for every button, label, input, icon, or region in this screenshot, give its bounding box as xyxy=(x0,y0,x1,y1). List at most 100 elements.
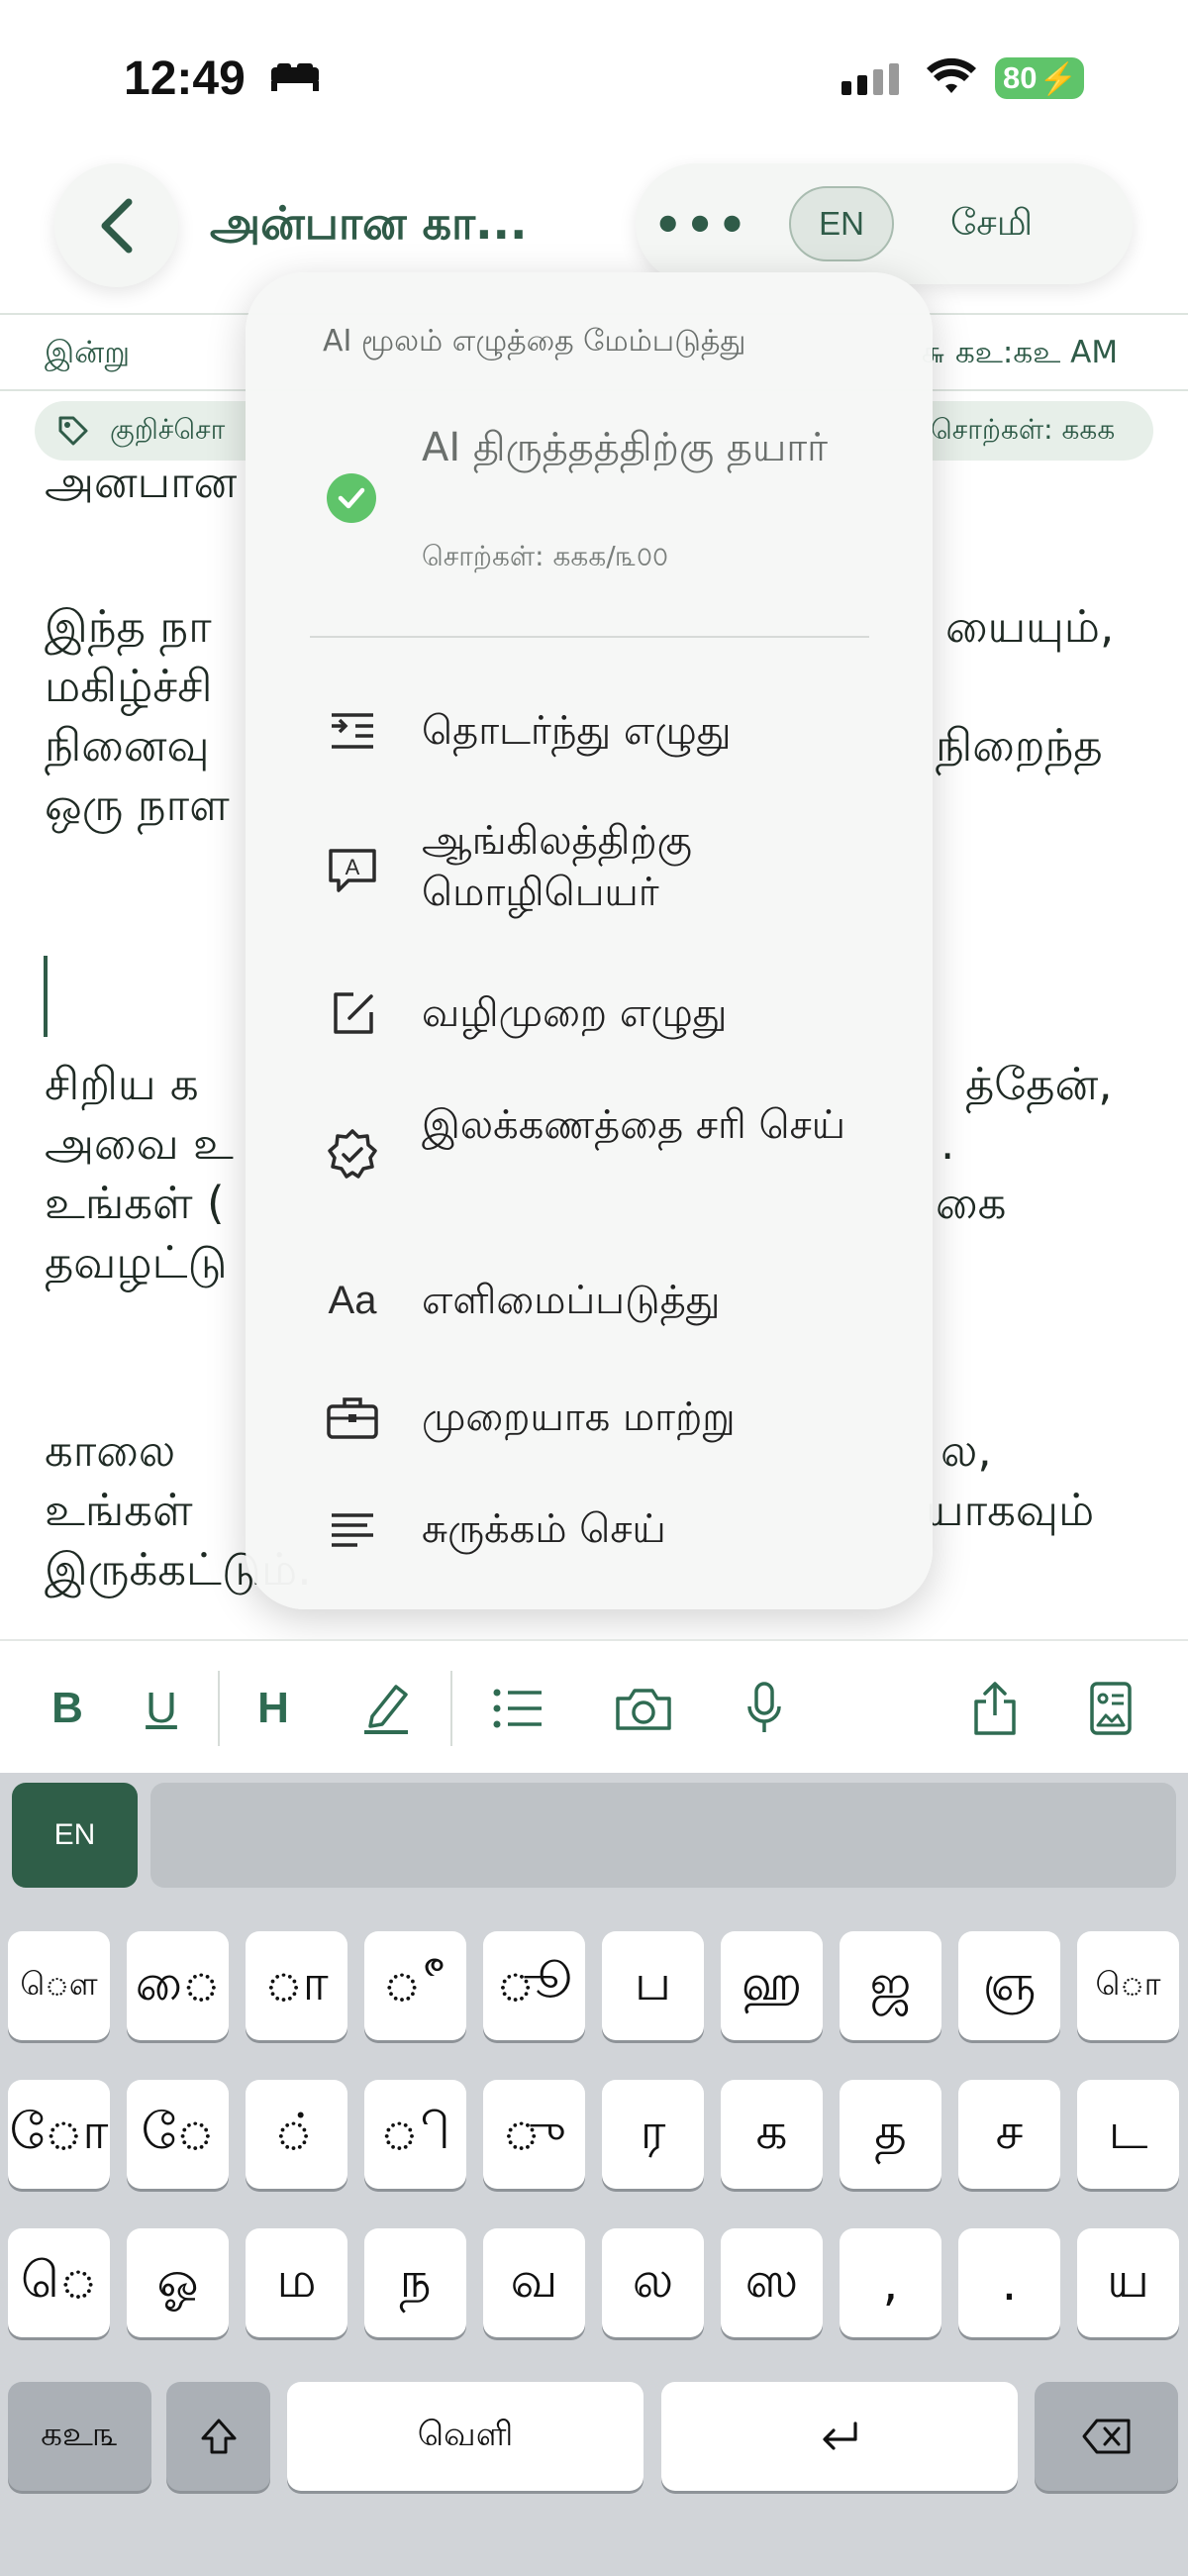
key[interactable]: ஹ xyxy=(721,1931,823,2040)
briefcase-icon xyxy=(325,1390,380,1445)
highlight-pen-icon[interactable] xyxy=(358,1679,414,1738)
menu-label: இலக்கணத்தை சரி செய் xyxy=(422,1102,846,1148)
menu-label: தொடர்ந்து எழுது xyxy=(422,708,732,754)
chevron-left-icon xyxy=(101,198,132,253)
camera-icon[interactable] xyxy=(614,1679,673,1738)
toolbar-separator xyxy=(218,1671,220,1746)
key[interactable]: ஸ xyxy=(721,2228,823,2337)
menu-label: சுருக்கம் செய் xyxy=(422,1506,666,1552)
key[interactable]: ை xyxy=(127,1931,229,2040)
key[interactable]: ு xyxy=(483,2080,585,2189)
key[interactable]: ப xyxy=(602,1931,704,2040)
delete-key[interactable] xyxy=(1035,2382,1178,2491)
back-button[interactable] xyxy=(54,163,178,287)
toolbar-separator xyxy=(450,1671,452,1746)
paragraph-3-right-1: ல, xyxy=(940,1424,992,1477)
key[interactable]: க xyxy=(721,2080,823,2189)
shift-key[interactable] xyxy=(166,2382,270,2491)
key[interactable]: ௌ xyxy=(8,1931,110,2040)
tamil-keyboard: EN ௌ ை ா ீ ூ ப ஹ ஜ ஞ ொ ோ ே ் ி ு ர க த ச… xyxy=(0,1773,1188,2576)
menu-item-continue-writing[interactable]: தொடர்ந்து எழுது xyxy=(246,693,933,782)
menu-item-formalize[interactable]: முறையாக மாற்று xyxy=(246,1380,933,1469)
note-title[interactable]: அன்பான கா... xyxy=(210,196,528,257)
wifi-icon xyxy=(926,57,977,101)
shift-icon xyxy=(201,2419,236,2454)
key[interactable]: ஓ xyxy=(127,2228,229,2337)
battery-level: 80 xyxy=(1003,60,1038,95)
key[interactable]: ் xyxy=(246,2080,347,2189)
text-cursor xyxy=(44,956,48,1037)
formatting-toolbar: B U H xyxy=(0,1639,1188,1773)
font-size-glyph: Aa xyxy=(328,1278,377,1322)
summary-lines-icon xyxy=(325,1503,380,1559)
menu-label: முறையாக மாற்று xyxy=(422,1394,736,1440)
key[interactable]: ூ xyxy=(483,1931,585,2040)
microphone-icon[interactable] xyxy=(744,1679,784,1738)
menu-item-simplify[interactable]: Aa எளிமைப்படுத்து xyxy=(246,1261,933,1350)
key[interactable]: ஞ xyxy=(958,1931,1060,2040)
space-key[interactable]: வெளி xyxy=(287,2382,644,2491)
status-time: 12:49 xyxy=(124,52,246,105)
share-icon[interactable] xyxy=(970,1679,1020,1738)
key[interactable]: ம xyxy=(246,2228,347,2337)
key[interactable]: ல xyxy=(602,2228,704,2337)
key[interactable]: ீ xyxy=(364,1931,466,2040)
status-bar: 12:49 80 ⚡ xyxy=(0,0,1188,149)
menu-item-write-guide[interactable]: வழிமுறை எழுது xyxy=(246,978,933,1067)
bullet-list-icon[interactable] xyxy=(490,1679,545,1738)
ai-status-title: AI திருத்தத்திற்கு தயார் xyxy=(422,425,829,470)
edit-icon xyxy=(325,985,380,1041)
sleep-focus-icon xyxy=(269,61,321,97)
key[interactable]: ெ xyxy=(8,2228,110,2337)
key[interactable]: ர xyxy=(602,2080,704,2189)
key[interactable]: ய xyxy=(1077,2228,1179,2337)
menu-label: ஆங்கிலத்திற்கு மொழிபெயர் xyxy=(422,818,692,915)
key[interactable]: ச xyxy=(958,2080,1060,2189)
key[interactable]: ி xyxy=(364,2080,466,2189)
key[interactable]: வ xyxy=(483,2228,585,2337)
key[interactable]: , xyxy=(840,2228,941,2337)
key[interactable]: ே xyxy=(127,2080,229,2189)
save-button[interactable]: சேமி xyxy=(950,201,1033,249)
menu-item-fix-grammar[interactable]: இலக்கணத்தை சரி செய் xyxy=(246,1099,933,1208)
key[interactable]: ட xyxy=(1077,2080,1179,2189)
return-key[interactable] xyxy=(661,2382,1018,2491)
scan-document-icon[interactable] xyxy=(1087,1679,1135,1738)
menu-item-summarize[interactable]: சுருக்கம் செய் xyxy=(246,1494,933,1583)
underline-button[interactable]: U xyxy=(142,1679,181,1738)
menu-item-translate[interactable]: A ஆங்கிலத்திற்கு மொழிபெயர் xyxy=(246,815,933,924)
battery-indicator: 80 ⚡ xyxy=(995,57,1084,99)
svg-text:A: A xyxy=(346,855,360,879)
verified-badge-icon xyxy=(325,1127,380,1183)
ai-assist-menu: AI மூலம் எழுத்தை மேம்படுத்து AI திருத்தத… xyxy=(246,272,933,1609)
ai-menu-header: AI மூலம் எழுத்தை மேம்படுத்து xyxy=(323,324,746,359)
numbers-key[interactable]: கஉ௩ xyxy=(8,2382,151,2491)
return-icon xyxy=(823,2421,857,2450)
paragraph-2-right-2: . xyxy=(940,1117,955,1170)
paragraph-1-right-1: யையும், xyxy=(945,600,1115,653)
menu-label: எளிமைப்படுத்து xyxy=(422,1278,721,1323)
key[interactable]: ந xyxy=(364,2228,466,2337)
keyboard-language-switch[interactable]: EN xyxy=(12,1783,138,1888)
language-toggle[interactable]: EN xyxy=(789,186,894,261)
paragraph-2-right-1: த்தேன், xyxy=(965,1058,1113,1110)
more-options-button[interactable]: ••• xyxy=(653,198,749,252)
bold-button[interactable]: B xyxy=(48,1679,87,1738)
menu-divider xyxy=(310,636,869,638)
suggestion-bar[interactable] xyxy=(150,1783,1176,1888)
paragraph-1-right-3: நிறைந்த xyxy=(936,719,1103,772)
key[interactable]: த xyxy=(840,2080,941,2189)
key[interactable]: . xyxy=(958,2228,1060,2337)
key[interactable]: ோ xyxy=(8,2080,110,2189)
key[interactable]: ா xyxy=(246,1931,347,2040)
backspace-icon xyxy=(1082,2419,1130,2454)
checkmark-icon xyxy=(327,473,376,523)
key[interactable]: ொ xyxy=(1077,1931,1179,2040)
heading-button[interactable]: H xyxy=(253,1679,293,1738)
key[interactable]: ஜ xyxy=(840,1931,941,2040)
charging-bolt-icon: ⚡ xyxy=(1039,60,1078,96)
continue-writing-icon xyxy=(325,703,380,759)
tags-label: குறிச்சொ xyxy=(110,412,226,446)
date-label: இன்று xyxy=(45,335,131,370)
paragraph-3-right-2: யாகவும் xyxy=(926,1484,1095,1536)
